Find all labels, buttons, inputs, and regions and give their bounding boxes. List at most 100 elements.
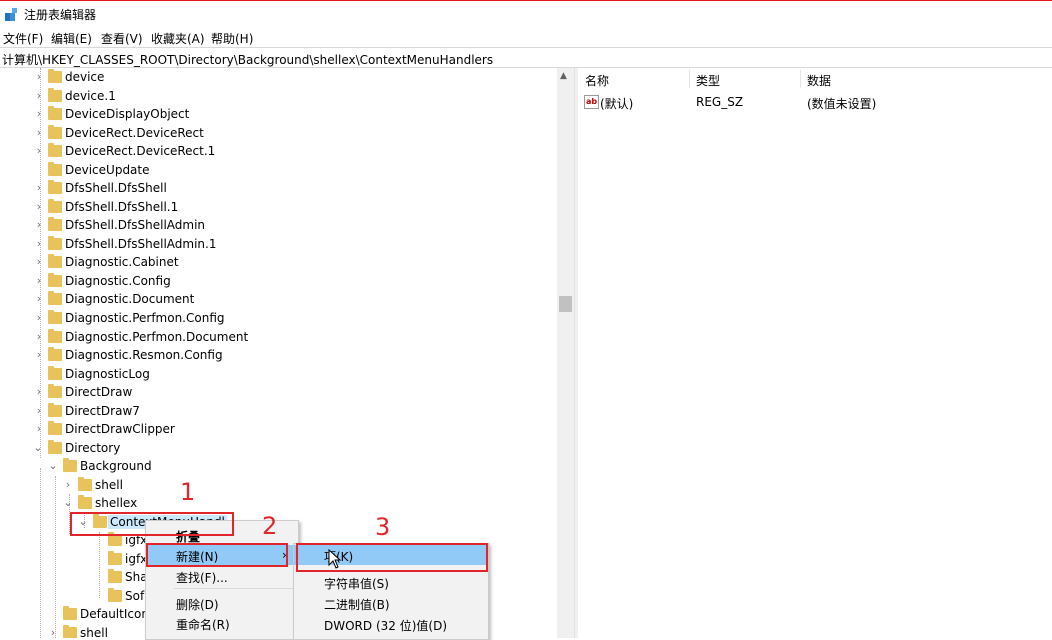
value-type: REG_SZ: [696, 95, 744, 109]
scroll-up-arrow-icon[interactable]: ▲: [560, 71, 567, 81]
menu-item-label: 重命名(R): [176, 618, 230, 632]
chevron-right-icon[interactable]: ›: [34, 256, 44, 268]
chevron-right-icon[interactable]: ›: [34, 201, 44, 213]
menu-item-label: 删除(D): [176, 598, 219, 612]
chevron-right-icon[interactable]: ›: [34, 349, 44, 361]
tree-item-shell[interactable]: › shell: [0, 477, 557, 495]
chevron-down-icon[interactable]: ⌄: [48, 460, 58, 472]
chevron-right-icon[interactable]: ›: [34, 405, 44, 417]
folder-icon: [48, 273, 62, 287]
column-header-name[interactable]: 名称: [585, 72, 609, 89]
submenu-item-string-value[interactable]: 字符串值(S): [294, 572, 488, 592]
tree-item-label: Directory: [65, 441, 121, 455]
tree-item[interactable]: DiagnosticLog: [0, 366, 557, 384]
folder-icon: [48, 384, 62, 398]
chevron-down-icon[interactable]: ⌄: [63, 497, 73, 509]
value-data: (数值未设置): [807, 97, 877, 111]
menu-favorites[interactable]: 收藏夹(A): [151, 30, 205, 47]
folder-icon: [63, 458, 77, 472]
menu-item-delete[interactable]: 删除(D): [146, 593, 298, 613]
menu-item-find[interactable]: 查找(F)...: [146, 566, 298, 586]
tree-item[interactable]: › DfsShell.DfsShell.1: [0, 199, 557, 217]
tree-item-shellex[interactable]: ⌄ shellex: [0, 495, 557, 513]
chevron-right-icon[interactable]: ›: [34, 145, 44, 157]
address-path: 计算机\HKEY_CLASSES_ROOT\Directory\Backgrou…: [2, 53, 494, 67]
folder-icon: [48, 180, 62, 194]
folder-icon: [78, 477, 92, 491]
annotation-box-1: [70, 512, 234, 536]
tree-item[interactable]: › DfsShell.DfsShellAdmin: [0, 217, 557, 235]
tree-item-label: DeviceRect.DeviceRect: [65, 126, 204, 140]
chevron-down-icon[interactable]: ⌄: [33, 442, 43, 454]
tree-item[interactable]: › Diagnostic.Perfmon.Config: [0, 310, 557, 328]
tree-item[interactable]: › DeviceRect.DeviceRect.1: [0, 143, 557, 161]
chevron-right-icon[interactable]: ›: [34, 293, 44, 305]
annotation-box-3: [296, 543, 488, 572]
column-header-type[interactable]: 类型: [696, 72, 720, 89]
tree-item[interactable]: › DfsShell.DfsShell: [0, 180, 557, 198]
tree-item[interactable]: › Diagnostic.Document: [0, 291, 557, 309]
tree-item-label: DirectDrawClipper: [65, 422, 175, 436]
tree-item-label: igfx: [125, 552, 148, 566]
submenu-item-binary-value[interactable]: 二进制值(B): [294, 593, 488, 613]
tree-item[interactable]: › Diagnostic.Config: [0, 273, 557, 291]
chevron-right-icon[interactable]: ›: [34, 90, 44, 102]
chevron-right-icon[interactable]: ›: [34, 423, 44, 435]
menu-item-label: 字符串值(S): [324, 577, 389, 591]
chevron-right-icon[interactable]: ›: [34, 219, 44, 231]
menu-item-rename[interactable]: 重命名(R): [146, 613, 298, 633]
column-divider[interactable]: [800, 70, 801, 88]
window-title: 注册表编辑器: [24, 8, 97, 22]
tree-item-label: DeviceRect.DeviceRect.1: [65, 144, 216, 158]
chevron-right-icon[interactable]: ›: [34, 312, 44, 324]
chevron-right-icon[interactable]: ›: [34, 71, 44, 83]
address-bar[interactable]: 计算机\HKEY_CLASSES_ROOT\Directory\Backgrou…: [0, 47, 1052, 68]
chevron-right-icon[interactable]: ›: [34, 331, 44, 343]
tree-item-background[interactable]: ⌄ Background: [0, 458, 557, 476]
chevron-right-icon[interactable]: ›: [34, 182, 44, 194]
tree-item-label: Diagnostic.Perfmon.Config: [65, 311, 225, 325]
chevron-right-icon[interactable]: ›: [34, 108, 44, 120]
folder-icon: [63, 606, 77, 620]
tree-item[interactable]: › DirectDrawClipper: [0, 421, 557, 439]
tree-item[interactable]: › Diagnostic.Cabinet: [0, 254, 557, 272]
tree-item[interactable]: › DirectDraw: [0, 384, 557, 402]
tree-item-label: Diagnostic.Cabinet: [65, 255, 179, 269]
tree-item-label: DfsShell.DfsShell.1: [65, 200, 179, 214]
chevron-right-icon[interactable]: ›: [48, 627, 58, 639]
tree-item[interactable]: › device: [0, 69, 557, 87]
chevron-right-icon[interactable]: ›: [34, 127, 44, 139]
tree-item[interactable]: › Diagnostic.Perfmon.Document: [0, 329, 557, 347]
tree-item[interactable]: › Diagnostic.Resmon.Config: [0, 347, 557, 365]
tree-scrollbar[interactable]: ▲: [557, 68, 574, 638]
chevron-right-icon[interactable]: ›: [34, 238, 44, 250]
chevron-right-icon[interactable]: ›: [34, 275, 44, 287]
tree-item[interactable]: › DeviceDisplayObject: [0, 106, 557, 124]
menu-edit[interactable]: 编辑(E): [51, 30, 92, 47]
tree-item[interactable]: › DeviceRect.DeviceRect: [0, 125, 557, 143]
tree-item-label: DeviceUpdate: [65, 163, 150, 177]
tree-item[interactable]: › DfsShell.DfsShellAdmin.1: [0, 236, 557, 254]
tree-item[interactable]: › DirectDraw7: [0, 403, 557, 421]
folder-icon: [48, 69, 62, 83]
tree-item-label: device.1: [65, 89, 116, 103]
string-value-icon: ab: [584, 95, 599, 109]
tree-item[interactable]: › device.1: [0, 88, 557, 106]
tree-item[interactable]: DeviceUpdate: [0, 162, 557, 180]
submenu-item-dword-value[interactable]: DWORD (32 位)值(D): [294, 614, 488, 634]
column-header-data[interactable]: 数据: [807, 72, 831, 89]
scrollbar-thumb[interactable]: [559, 296, 572, 312]
folder-icon: [48, 88, 62, 102]
menu-help[interactable]: 帮助(H): [211, 30, 253, 47]
tree-item-label: DfsShell.DfsShellAdmin: [65, 218, 206, 232]
chevron-right-icon[interactable]: ›: [34, 386, 44, 398]
column-divider[interactable]: [689, 70, 690, 88]
menu-view[interactable]: 查看(V): [101, 30, 143, 47]
menu-file[interactable]: 文件(F): [3, 30, 43, 47]
chevron-right-icon[interactable]: ›: [63, 479, 73, 491]
folder-icon: [48, 291, 62, 305]
annotation-box-2: [146, 543, 288, 567]
folder-icon: [48, 329, 62, 343]
folder-icon: [48, 421, 62, 435]
tree-item-directory[interactable]: ⌄ Directory: [0, 440, 557, 458]
